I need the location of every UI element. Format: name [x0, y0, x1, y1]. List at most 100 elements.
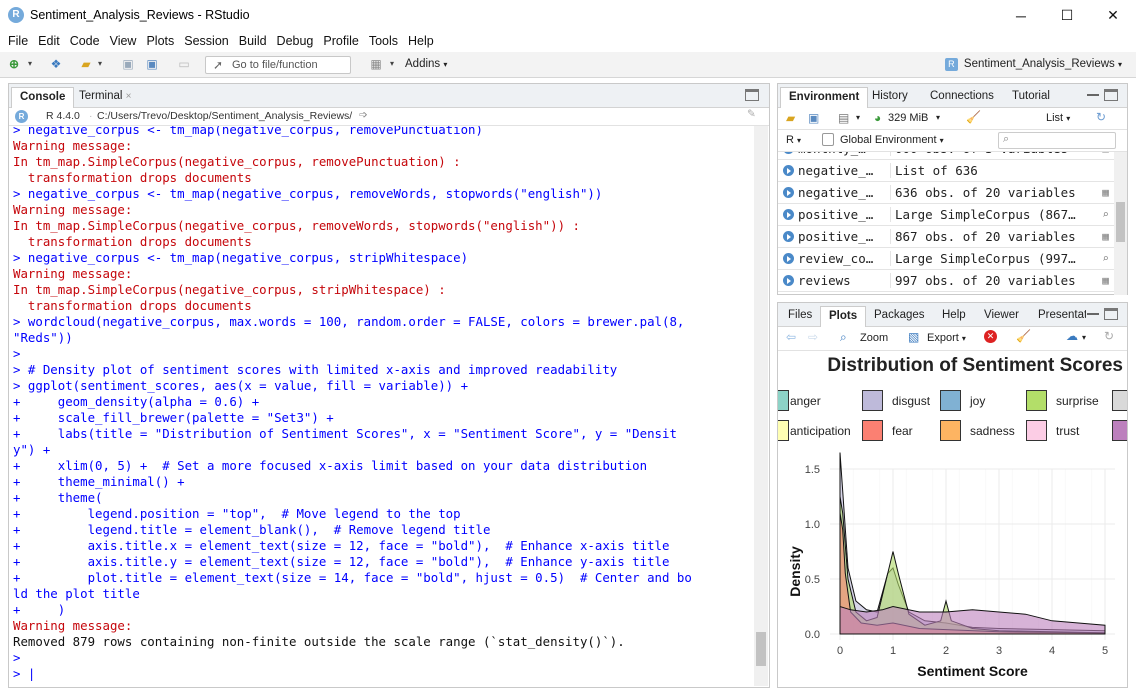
goto-directory-icon[interactable]: ➩: [359, 109, 368, 121]
export-icon[interactable]: ▧: [908, 330, 919, 344]
remove-plot-icon[interactable]: ✕: [984, 330, 997, 343]
tab-console[interactable]: Console: [11, 87, 75, 108]
maximize-pane-icon[interactable]: [1104, 308, 1118, 320]
menu-tools[interactable]: Tools: [365, 31, 402, 48]
menu-build[interactable]: Build: [235, 31, 271, 48]
open-recent-dropdown-icon[interactable]: ▾: [98, 59, 102, 68]
maximize-button[interactable]: ☐: [1044, 0, 1090, 31]
menu-view[interactable]: View: [106, 31, 141, 48]
environment-scope-menu[interactable]: Global Environment ▾: [840, 134, 944, 146]
memory-usage[interactable]: 329 MiB: [888, 112, 928, 124]
print-icon[interactable]: ▭: [176, 57, 192, 72]
tab-connections[interactable]: Connections: [922, 87, 1002, 108]
view-data-table-icon[interactable]: ▦: [1099, 230, 1112, 243]
project-menu[interactable]: R Sentiment_Analysis_Reviews ▾: [944, 58, 1122, 71]
maximize-pane-icon[interactable]: [1104, 89, 1118, 101]
load-workspace-icon[interactable]: ▰: [786, 111, 795, 125]
import-dropdown-icon[interactable]: ▾: [856, 113, 860, 122]
zoom-button[interactable]: Zoom: [860, 332, 888, 344]
expand-object-icon[interactable]: [783, 209, 794, 220]
environment-row[interactable]: negative_… 636 obs. of 20 variables ▦: [778, 182, 1114, 204]
environment-row[interactable]: reviews 997 obs. of 20 variables ▦: [778, 270, 1114, 292]
view-object-search-icon[interactable]: ⌕: [1099, 252, 1112, 265]
tab-history[interactable]: History: [864, 87, 916, 108]
expand-object-icon[interactable]: [783, 165, 794, 176]
tab-help[interactable]: Help: [934, 306, 974, 327]
environment-row[interactable]: positive_… 867 obs. of 20 variables ▦: [778, 226, 1114, 248]
clear-plots-broom-icon[interactable]: 🧹: [1016, 329, 1031, 343]
view-object-search-icon[interactable]: ⌕: [1099, 208, 1112, 221]
tab-viewer[interactable]: Viewer: [976, 306, 1027, 327]
addins-dropdown-icon: ▾: [443, 60, 448, 69]
new-project-icon[interactable]: ❖: [48, 57, 64, 72]
menu-edit[interactable]: Edit: [34, 31, 64, 48]
menu-plots[interactable]: Plots: [142, 31, 178, 48]
environment-scrollbar[interactable]: [1114, 152, 1127, 295]
menu-session[interactable]: Session: [180, 31, 232, 48]
menu-debug[interactable]: Debug: [273, 31, 318, 48]
expand-object-icon[interactable]: [783, 152, 794, 154]
open-folder-icon[interactable]: ▰: [78, 57, 94, 72]
console-scrollbar[interactable]: [754, 126, 768, 686]
minimize-pane-icon[interactable]: [1087, 94, 1099, 96]
main-toolbar: ⊕ ▾ ❖ ▰ ▾ ▣ ▣ ▭ ➚ Go to file/function ▦ …: [0, 52, 1136, 78]
publish-icon[interactable]: ☁: [1066, 329, 1078, 343]
tab-files[interactable]: Files: [780, 306, 820, 327]
tab-environment[interactable]: Environment: [780, 87, 869, 108]
minimize-button[interactable]: ─: [998, 0, 1044, 31]
view-mode-menu[interactable]: List ▾: [1046, 112, 1070, 124]
tab-packages[interactable]: Packages: [866, 306, 933, 327]
publish-dropdown-icon[interactable]: ▾: [1082, 333, 1086, 342]
previous-plot-icon[interactable]: ⇦: [786, 330, 796, 344]
tab-tutorial[interactable]: Tutorial: [1004, 87, 1058, 108]
environment-row[interactable]: negative_… List of 636: [778, 160, 1114, 182]
expand-object-icon[interactable]: [783, 253, 794, 264]
save-all-icon[interactable]: ▣: [144, 57, 160, 72]
environment-row[interactable]: review_co… Large SimpleCorpus (997… ⌕: [778, 248, 1114, 270]
next-plot-icon[interactable]: ⇨: [808, 330, 818, 344]
minimize-pane-icon[interactable]: [1087, 313, 1099, 315]
menu-help[interactable]: Help: [404, 31, 438, 48]
refresh-plot-icon[interactable]: ↻: [1104, 329, 1114, 343]
menu-profile[interactable]: Profile: [319, 31, 362, 48]
console-output[interactable]: > negative_corpus <- tm_map(negative_cor…: [13, 126, 753, 686]
refresh-icon[interactable]: ↻: [1096, 110, 1106, 124]
menu-file[interactable]: File: [4, 31, 32, 48]
memory-dropdown-icon[interactable]: ▾: [936, 113, 940, 122]
new-file-dropdown-icon[interactable]: ▾: [28, 59, 32, 68]
tab-presentation[interactable]: Presentati: [1030, 306, 1086, 327]
import-dataset-icon[interactable]: ▤: [838, 111, 849, 125]
environment-scroll-thumb[interactable]: [1116, 202, 1125, 242]
console-scroll-thumb[interactable]: [756, 632, 766, 666]
environment-search-input[interactable]: ⌕: [998, 132, 1116, 149]
console-path-bar: R R 4.4.0 · C:/Users/Trevo/Desktop/Senti…: [9, 108, 769, 126]
language-menu[interactable]: R ▾: [786, 134, 801, 146]
workspace-panes-icon[interactable]: ▦: [368, 57, 384, 72]
clear-console-icon[interactable]: ✎: [747, 108, 756, 120]
environment-row[interactable]: positive_… Large SimpleCorpus (867… ⌕: [778, 204, 1114, 226]
save-icon[interactable]: ▣: [120, 57, 136, 72]
menu-code[interactable]: Code: [66, 31, 104, 48]
tab-plots[interactable]: Plots: [820, 306, 867, 327]
save-workspace-icon[interactable]: ▣: [808, 111, 819, 125]
clear-workspace-broom-icon[interactable]: 🧹: [966, 110, 981, 124]
expand-object-icon[interactable]: [783, 187, 794, 198]
export-button[interactable]: Export ▾: [927, 332, 966, 344]
addins-menu[interactable]: Addins ▾: [405, 58, 447, 70]
environment-row[interactable]: monthly_… 000 obs. of 3 variables▦: [778, 152, 1114, 160]
zoom-icon[interactable]: ⌕: [840, 330, 847, 345]
close-tab-icon[interactable]: ×: [126, 91, 132, 102]
view-data-table-icon[interactable]: ▦: [1099, 186, 1112, 199]
go-to-file-input[interactable]: ➚ Go to file/function: [205, 56, 351, 74]
new-file-icon[interactable]: ⊕: [6, 57, 22, 72]
panes-dropdown-icon[interactable]: ▾: [390, 59, 394, 68]
view-data-table-icon[interactable]: ▦: [1099, 152, 1112, 155]
expand-object-icon[interactable]: [783, 231, 794, 242]
r-logo-icon: R: [15, 110, 28, 123]
view-data-table-icon[interactable]: ▦: [1099, 274, 1112, 287]
maximize-pane-icon[interactable]: [745, 89, 759, 101]
close-button[interactable]: ✕: [1090, 0, 1136, 31]
expand-object-icon[interactable]: [783, 275, 794, 286]
environment-toolbar: ▰ ▣ ▤ ▾ ◕ 329 MiB ▾ 🧹 List ▾ ↻: [778, 108, 1127, 130]
tab-terminal[interactable]: Terminal ×: [71, 87, 140, 108]
